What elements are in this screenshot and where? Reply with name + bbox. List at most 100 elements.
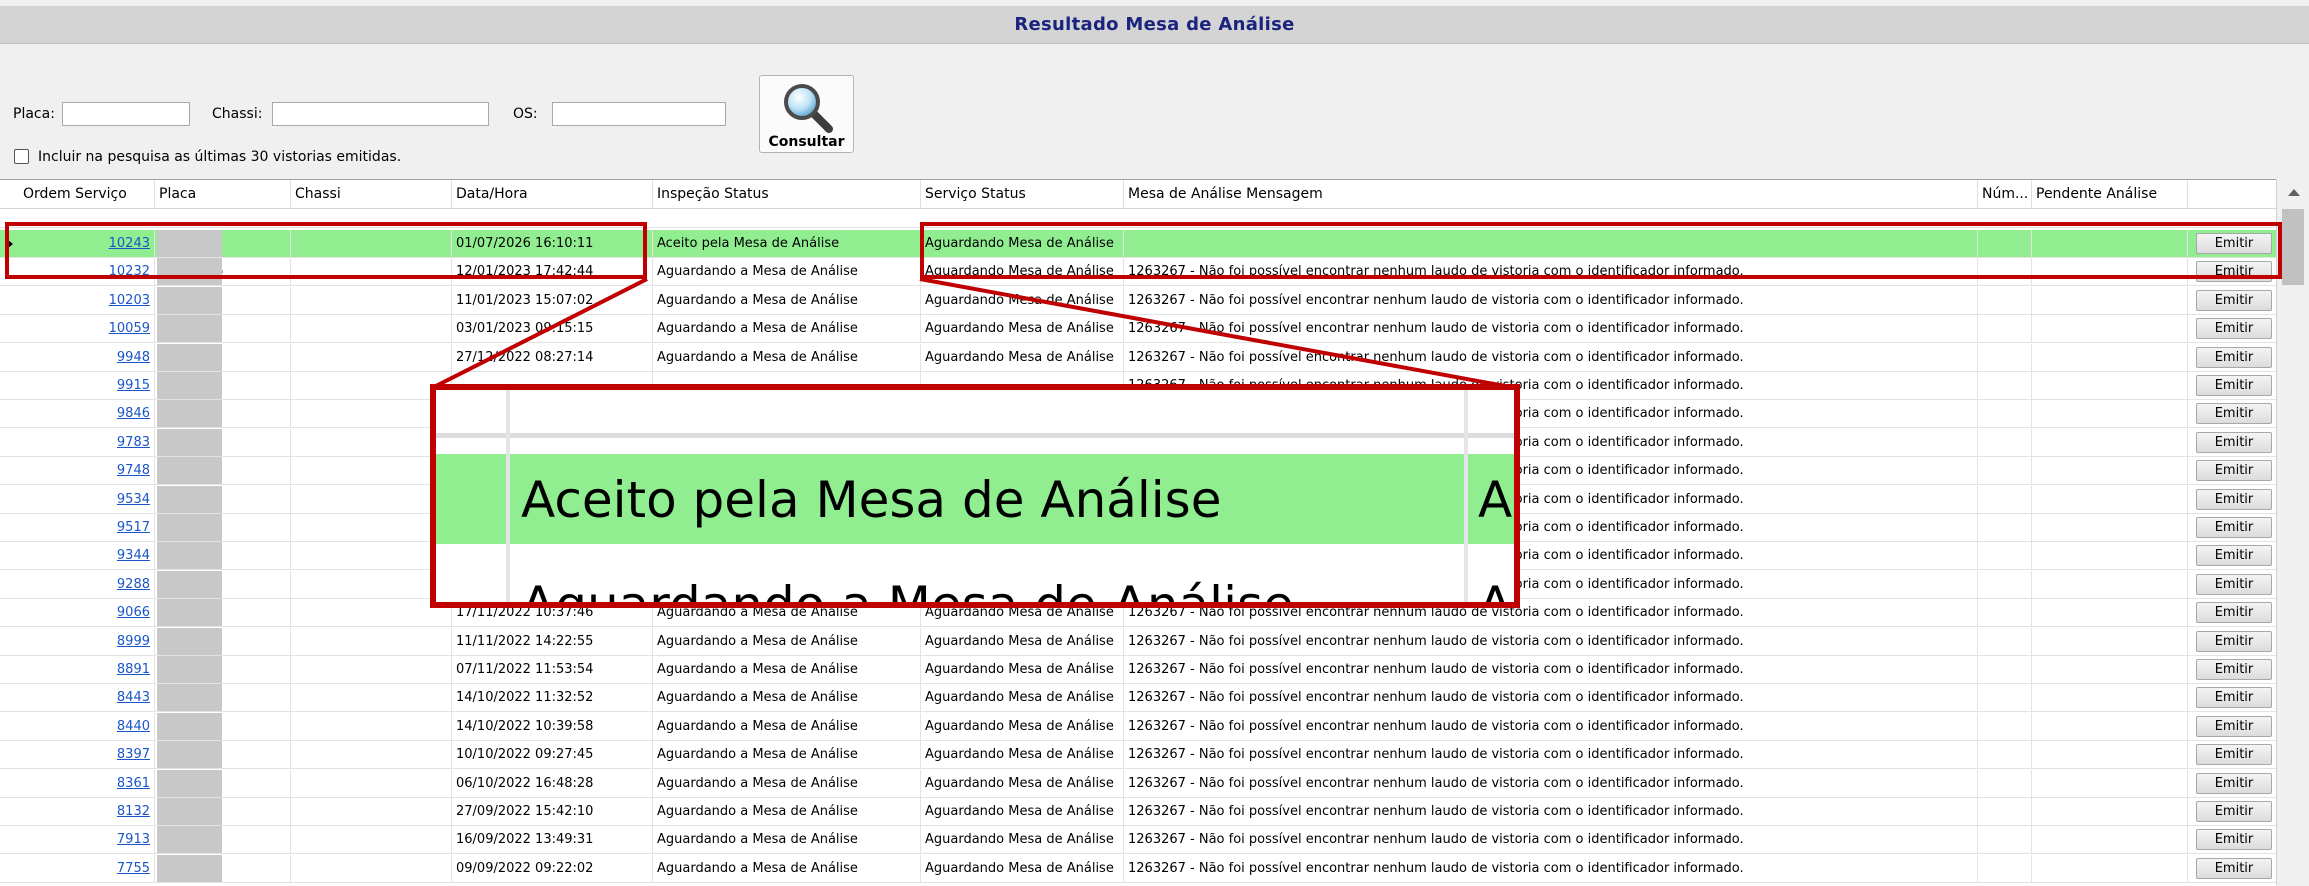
cell-servico-status: Aguardando Mesa de Análise — [921, 684, 1124, 711]
cell-ordem-servico[interactable]: 10243 — [19, 230, 155, 257]
cell-pendente-analise — [2032, 457, 2188, 484]
cell-chassi — [291, 741, 452, 768]
table-row[interactable]: 10243 01/07/2026 16:10:11 Aceito pela Mesa… — [0, 230, 2276, 258]
table-row[interactable]: 10059 03/01/2023 09:15:15 Aguardando a Mes… — [0, 315, 2276, 343]
cell-ordem-servico[interactable]: 8440 — [19, 713, 155, 740]
header-col-chassi[interactable]: Chassi — [291, 180, 452, 208]
cell-ordem-servico[interactable]: 10203 — [19, 287, 155, 314]
cell-ordem-servico[interactable]: 9748 — [19, 457, 155, 484]
emit-button[interactable]: Emitir — [2196, 801, 2272, 822]
table-row[interactable]: 7913 16/09/2022 13:49:31 Aguardando a Mesa… — [0, 826, 2276, 854]
cell-pendente-analise — [2032, 599, 2188, 626]
table-row[interactable]: 8443 14/10/2022 11:32:52 Aguardando a Mesa… — [0, 684, 2276, 712]
cell-pendente-analise — [2032, 230, 2188, 257]
emit-button[interactable]: Emitir — [2196, 545, 2272, 566]
cell-ordem-servico[interactable]: 8132 — [19, 798, 155, 825]
cell-mensagem: 1263267 - Não foi possível encontrar nen… — [1124, 855, 1978, 882]
cell-ordem-servico[interactable]: 9517 — [19, 514, 155, 541]
header-col-ordem-servico[interactable]: Ordem Serviço — [19, 180, 155, 208]
cell-numero — [1978, 429, 2032, 456]
header-col-servico-status[interactable]: Serviço Status — [921, 180, 1124, 208]
table-row[interactable]: 8440 14/10/2022 10:39:58 Aguardando a Mesa… — [0, 713, 2276, 741]
cell-numero — [1978, 628, 2032, 655]
emit-button[interactable]: Emitir — [2196, 489, 2272, 510]
cell-ordem-servico[interactable]: 8361 — [19, 770, 155, 797]
vertical-scrollbar[interactable] — [2276, 179, 2309, 885]
emit-button[interactable]: Emitir — [2196, 347, 2272, 368]
table-row[interactable]: 8891 07/11/2022 11:53:54 Aguardando a Mesa… — [0, 656, 2276, 684]
consult-button[interactable]: Consultar — [759, 75, 854, 153]
cell-pendente-analise — [2032, 429, 2188, 456]
table-row[interactable]: 10203 11/01/2023 15:07:02 Aguardando a Mes… — [0, 287, 2276, 315]
cell-data-hora: 27/09/2022 15:42:10 — [452, 798, 653, 825]
table-row[interactable]: 8132 27/09/2022 15:42:10 Aguardando a Mesa… — [0, 798, 2276, 826]
cell-pendente-analise — [2032, 826, 2188, 853]
cell-ordem-servico[interactable]: 7913 — [19, 826, 155, 853]
cell-ordem-servico[interactable]: 9915 — [19, 372, 155, 399]
emit-button[interactable]: Emitir — [2196, 744, 2272, 765]
redacted-placa — [157, 599, 222, 626]
cell-data-hora: 07/11/2022 11:53:54 — [452, 656, 653, 683]
os-input[interactable] — [552, 102, 726, 126]
cell-inspecao-status: Aguardando a Mesa de Análise — [653, 258, 921, 285]
table-row[interactable]: 7755 09/09/2022 09:22:02 Aguardando a Mesa… — [0, 855, 2276, 883]
placa-input[interactable] — [62, 102, 190, 126]
cell-ordem-servico[interactable]: 10232 — [19, 258, 155, 285]
cell-ordem-servico[interactable]: 9534 — [19, 486, 155, 513]
arrow-up-icon[interactable] — [2288, 189, 2300, 196]
cell-pendente-analise — [2032, 372, 2188, 399]
emit-button[interactable]: Emitir — [2196, 602, 2272, 623]
cell-ordem-servico[interactable]: 9948 — [19, 344, 155, 371]
table-row[interactable]: 10232KWQ518612/01/2023 17:42:44Aguardand… — [0, 258, 2276, 286]
cell-ordem-servico[interactable]: 9846 — [19, 400, 155, 427]
table-row[interactable]: 8999 11/11/2022 14:22:55 Aguardando a Mesa… — [0, 628, 2276, 656]
os-label: OS: — [513, 106, 538, 122]
emit-button[interactable]: Emitir — [2196, 403, 2272, 424]
cell-ordem-servico[interactable]: 7755 — [19, 855, 155, 882]
grid-filter-row[interactable] — [0, 208, 2276, 228]
cell-ordem-servico[interactable]: 8891 — [19, 656, 155, 683]
cell-chassi — [291, 258, 452, 285]
emit-button[interactable]: Emitir — [2196, 716, 2272, 737]
emit-button[interactable]: Emitir — [2196, 432, 2272, 453]
header-col-mensagem[interactable]: Mesa de Análise Mensagem — [1124, 180, 1978, 208]
header-col-pendente-analise[interactable]: Pendente Análise — [2032, 180, 2188, 208]
header-col-placa[interactable]: Placa — [155, 180, 291, 208]
emit-button[interactable]: Emitir — [2196, 517, 2272, 538]
cell-numero — [1978, 344, 2032, 371]
emit-button[interactable]: Emitir — [2196, 829, 2272, 850]
cell-ordem-servico[interactable]: 10059 — [19, 315, 155, 342]
cell-ordem-servico[interactable]: 9344 — [19, 542, 155, 569]
emit-button[interactable]: Emitir — [2196, 233, 2272, 254]
cell-ordem-servico[interactable]: 8397 — [19, 741, 155, 768]
zoom-next-text: Aguardando a Mesa de Análise — [521, 576, 1294, 608]
window-title: Resultado Mesa de Análise — [1014, 14, 1295, 35]
header-col-data-hora[interactable]: Data/Hora — [452, 180, 653, 208]
cell-ordem-servico[interactable]: 9066 — [19, 599, 155, 626]
emit-button[interactable]: Emitir — [2196, 460, 2272, 481]
table-row[interactable]: 8397 10/10/2022 09:27:45 Aguardando a Mesa… — [0, 741, 2276, 769]
header-col-inspecao-status[interactable]: Inspeção Status — [653, 180, 921, 208]
cell-ordem-servico[interactable]: 8999 — [19, 628, 155, 655]
emit-button[interactable]: Emitir — [2196, 858, 2272, 879]
emit-button[interactable]: Emitir — [2196, 659, 2272, 680]
header-col-numero[interactable]: Núm... — [1978, 180, 2032, 208]
emit-button[interactable]: Emitir — [2196, 687, 2272, 708]
cell-ordem-servico[interactable]: 9783 — [19, 429, 155, 456]
include-last-30-checkbox[interactable] — [14, 149, 29, 164]
emit-button[interactable]: Emitir — [2196, 261, 2272, 282]
emit-button[interactable]: Emitir — [2196, 318, 2272, 339]
emit-button[interactable]: Emitir — [2196, 574, 2272, 595]
cell-ordem-servico[interactable]: 8443 — [19, 684, 155, 711]
chassi-input[interactable] — [272, 102, 489, 126]
emit-button[interactable]: Emitir — [2196, 375, 2272, 396]
cell-ordem-servico[interactable]: 9288 — [19, 571, 155, 598]
cell-mensagem: 1263267 - Não foi possível encontrar nen… — [1124, 258, 1978, 285]
emit-button[interactable]: Emitir — [2196, 773, 2272, 794]
emit-button[interactable]: Emitir — [2196, 631, 2272, 652]
table-row[interactable]: 9948 27/12/2022 08:27:14 Aguardando a Mesa… — [0, 344, 2276, 372]
cell-data-hora: 06/10/2022 16:48:28 — [452, 770, 653, 797]
scrollbar-thumb[interactable] — [2282, 209, 2304, 285]
emit-button[interactable]: Emitir — [2196, 290, 2272, 311]
table-row[interactable]: 8361 06/10/2022 16:48:28 Aguardando a Mesa… — [0, 770, 2276, 798]
